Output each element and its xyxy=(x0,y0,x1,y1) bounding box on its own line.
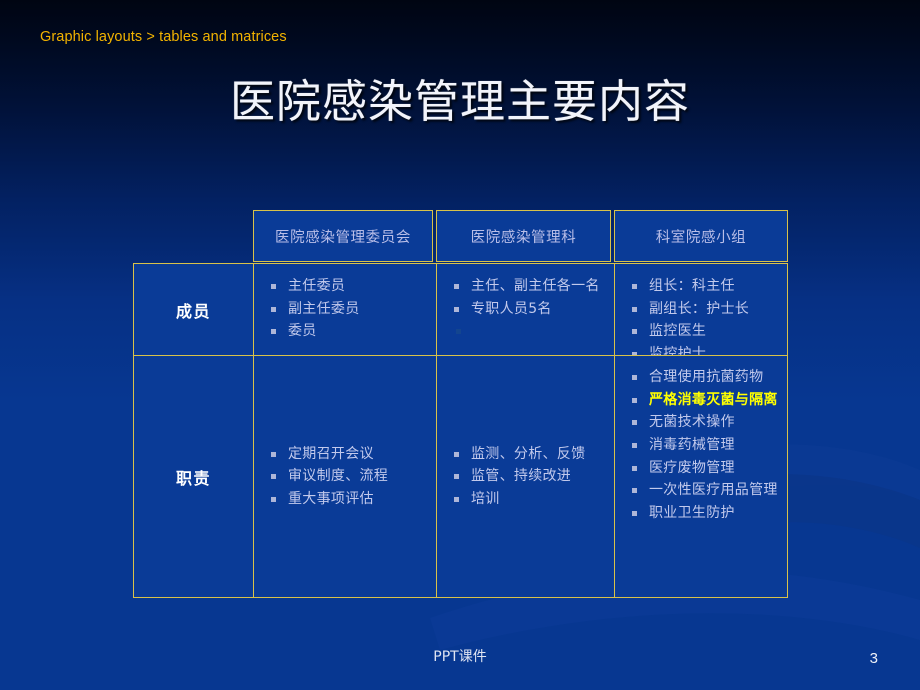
breadcrumb[interactable]: Graphic layouts > tables and matrices xyxy=(40,29,287,45)
list-item: 主任、副主任各一名 xyxy=(451,275,610,298)
bullet-list: 监测、分析、反馈 监管、持续改进 培训 xyxy=(437,442,614,510)
footer-label: PPT课件 xyxy=(433,649,487,665)
list-item: 监管、持续改进 xyxy=(451,465,610,488)
list-item: 主任委员 xyxy=(268,275,432,298)
list-item: 组长：科主任 xyxy=(629,275,783,298)
slide-canvas: Graphic layouts > tables and matrices 医院… xyxy=(0,0,920,690)
list-item: 监测、分析、反馈 xyxy=(451,442,610,465)
list-item: 审议制度、流程 xyxy=(268,465,432,488)
list-item-empty xyxy=(451,320,610,342)
list-item: 培训 xyxy=(451,488,610,511)
list-item: 消毒药械管理 xyxy=(629,434,783,457)
bullet-list: 主任委员 副主任委员 委员 xyxy=(254,264,436,343)
list-item: 一次性医疗用品管理 xyxy=(629,479,783,502)
table-cell-members-department: 主任、副主任各一名 专职人员5名 xyxy=(437,264,615,356)
row-label-responsibilities: 职责 xyxy=(134,356,254,597)
bullet-list: 定期召开会议 审议制度、流程 重大事项评估 xyxy=(254,442,436,510)
list-item: 委员 xyxy=(268,320,432,343)
bullet-list: 组长：科主任 副组长：护士长 监控医生 监控护士 xyxy=(615,264,787,355)
list-item-highlighted: 严格消毒灭菌与隔离 xyxy=(629,389,783,412)
list-item: 副组长：护士长 xyxy=(629,298,783,321)
row-label-members: 成员 xyxy=(134,264,254,356)
column-header-department: 医院感染管理科 xyxy=(436,210,611,262)
table-cell-responsibilities-committee: 定期召开会议 审议制度、流程 重大事项评估 xyxy=(254,356,437,597)
list-item: 监控护士 xyxy=(629,343,783,355)
matrix-table: 医院感染管理委员会 医院感染管理科 科室院感小组 成员 主任委员 副主任委员 委… xyxy=(133,210,788,598)
list-item: 专职人员5名 xyxy=(451,298,610,321)
list-item: 医疗废物管理 xyxy=(629,457,783,480)
table-header-row: 医院感染管理委员会 医院感染管理科 科室院感小组 xyxy=(133,210,788,262)
list-item: 职业卫生防护 xyxy=(629,502,783,525)
bullet-list: 主任、副主任各一名 专职人员5名 xyxy=(437,264,614,342)
list-item: 副主任委员 xyxy=(268,298,432,321)
table-cell-responsibilities-department: 监测、分析、反馈 监管、持续改进 培训 xyxy=(437,356,615,597)
table-cell-members-committee: 主任委员 副主任委员 委员 xyxy=(254,264,437,356)
list-item: 重大事项评估 xyxy=(268,488,432,511)
column-header-committee: 医院感染管理委员会 xyxy=(253,210,433,262)
page-title: 医院感染管理主要内容 xyxy=(229,75,690,128)
list-item: 监控医生 xyxy=(629,320,783,343)
list-item: 定期召开会议 xyxy=(268,442,432,465)
table-cell-responsibilities-ward-group: 合理使用抗菌药物 严格消毒灭菌与隔离 无菌技术操作 消毒药械管理 医疗废物管理 … xyxy=(615,356,787,597)
table-cell-members-ward-group: 组长：科主任 副组长：护士长 监控医生 监控护士 xyxy=(615,264,787,356)
bullet-list: 合理使用抗菌药物 严格消毒灭菌与隔离 无菌技术操作 消毒药械管理 医疗废物管理 … xyxy=(615,356,787,525)
column-header-ward-group: 科室院感小组 xyxy=(614,210,788,262)
table-body: 成员 主任委员 副主任委员 委员 主任、副主任各一名 专职人员5名 组长：科主任 xyxy=(133,263,788,598)
list-item: 无菌技术操作 xyxy=(629,411,783,434)
page-number: 3 xyxy=(869,650,878,667)
list-item: 合理使用抗菌药物 xyxy=(629,366,783,389)
